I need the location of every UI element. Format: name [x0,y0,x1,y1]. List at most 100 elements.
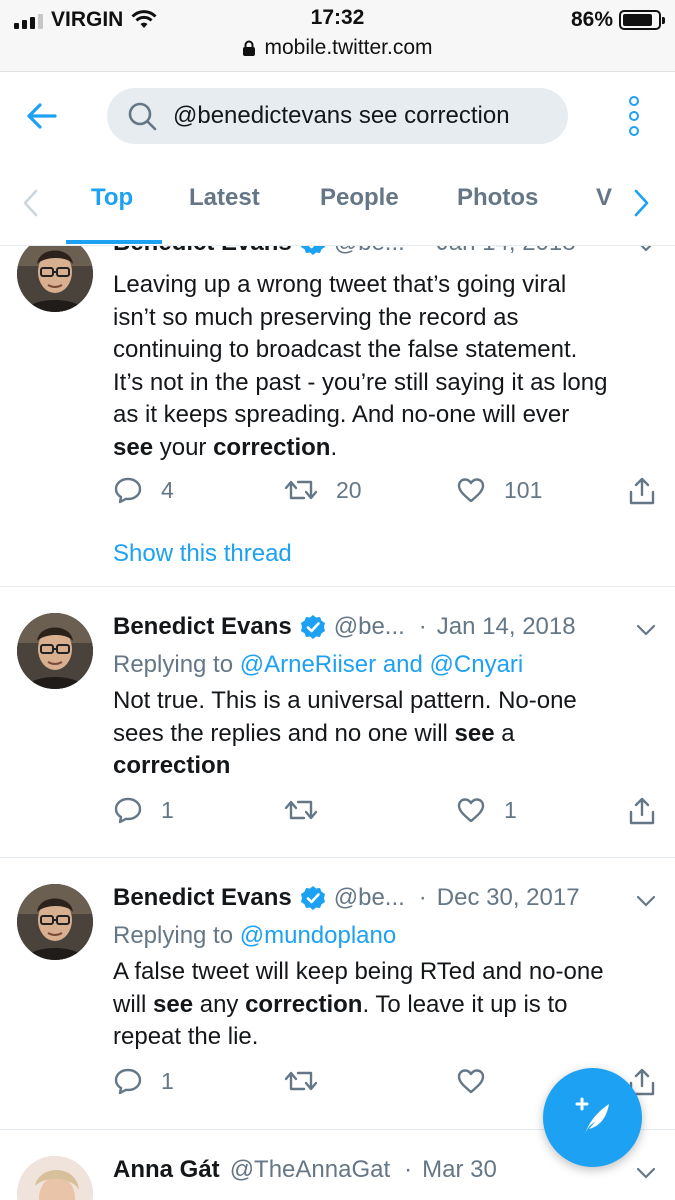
reply-icon [113,476,143,504]
tab-top[interactable]: Top [91,184,133,212]
share-button[interactable] [628,476,656,506]
avatar[interactable] [17,236,93,312]
active-tab-indicator [66,240,162,244]
verified-badge-icon [300,885,326,911]
tweet-text-segment: isn’t so much preserving the record as [113,303,519,331]
mention-link[interactable]: @Cnyari [430,651,524,678]
reply-button[interactable]: 1 [113,796,174,824]
tweet-text-segment: Not true. This is a universal pattern. N… [113,687,577,714]
tab-photos[interactable]: Photos [457,184,538,212]
reply-count: 1 [161,796,174,823]
highlighted-term: correction [213,433,331,461]
tweet-text-segment: will [113,990,153,1018]
retweet-button[interactable]: 20 [284,476,362,504]
chevron-down-icon[interactable] [636,1166,656,1180]
tab-videos[interactable]: V [596,184,612,212]
tweet-text-segment: a [494,719,515,747]
chevron-down-icon[interactable] [636,623,656,637]
tweet-text-segment: sees the replies and no one will [113,719,455,747]
tweet-text-segment: your [153,433,214,461]
mention-conjunction: and [382,651,430,678]
tweet-header: Benedict Evans @be... · Dec 30, 2017 [113,884,580,912]
highlighted-term: correction [113,752,231,779]
like-button[interactable]: 101 [456,476,542,504]
status-right: 86% [571,6,665,34]
address-bar[interactable]: mobile.twitter.com [0,36,675,60]
separator-dot: · [404,1156,413,1183]
tweet-header: Anna Gát @TheAnnaGat · Mar 30 [113,1156,497,1184]
tweet-author-name[interactable]: Benedict Evans [113,613,292,641]
tweet-text-segment: . [330,433,338,461]
battery-icon [619,10,665,30]
back-button[interactable] [22,98,62,134]
tweet-text-segment: any [193,990,246,1018]
mention-link[interactable]: @ArneRiiser [240,651,383,678]
search-input[interactable]: @benedictevans see correction [107,88,568,144]
tweet-date[interactable]: Mar 30 [422,1156,497,1184]
retweet-button[interactable] [284,1067,318,1095]
dot-icon [629,96,639,106]
search-query: @benedictevans see correction [173,102,510,129]
retweet-icon [284,796,318,824]
compose-tweet-button[interactable] [543,1068,642,1167]
tweet-text-segment: as it keeps spreading. And no-one will e… [113,401,570,428]
share-icon [628,476,656,506]
replying-to-label: Replying to [113,922,240,949]
chevron-right-icon[interactable] [632,188,652,218]
tweet-text: A false tweet will keep being RTed and n… [113,956,663,1054]
chevron-down-icon[interactable] [636,894,656,908]
tweet-author-name[interactable]: Anna Gát [113,1156,220,1184]
tweet-text-segment: . To leave it up is to [362,990,568,1018]
avatar[interactable] [17,884,93,960]
verified-badge-icon [300,614,326,640]
show-thread-link[interactable]: Show this thread [113,540,292,568]
retweet-count: 20 [336,476,362,503]
chevron-left-icon[interactable] [20,188,40,218]
compose-feather-icon [575,1097,609,1134]
url-text: mobile.twitter.com [264,36,433,59]
tweet-actions: 4 20 101 [0,476,675,516]
like-button[interactable]: 1 [456,796,517,824]
dot-icon [629,111,639,121]
replying-to: Replying to @mundoplano [113,922,396,950]
avatar-photo [17,1156,93,1200]
replying-to-label: Replying to [113,651,240,678]
search-header: @benedictevans see correction Top Latest… [0,72,675,246]
tweet-author-name[interactable]: Benedict Evans [113,884,292,912]
reply-icon [113,796,143,824]
heart-icon [456,796,486,824]
tab-latest[interactable]: Latest [189,184,260,212]
avatar-photo [17,613,93,689]
tweet-handle[interactable]: @TheAnnaGat [230,1156,390,1184]
reply-button[interactable]: 4 [113,476,174,504]
tweet-handle[interactable]: @be... [334,613,405,641]
search-tabs: Top Latest People Photos V [0,170,675,246]
tweet-text: Leaving up a wrong tweet that’s going vi… [113,269,663,464]
tweet[interactable]: Benedict Evans @be... · Jan 14, 2018 Rep… [0,587,675,858]
mention-link[interactable]: @mundoplano [240,922,396,949]
tweet[interactable]: Benedict Evans @be... · Jan 14, 2018 Lea… [0,229,675,587]
tweet-date[interactable]: Dec 30, 2017 [437,884,580,912]
tweet-handle[interactable]: @be... [334,884,405,912]
like-count: 1 [504,796,517,823]
retweet-button[interactable] [284,796,318,824]
avatar[interactable] [17,1156,93,1200]
reply-count: 4 [161,476,174,503]
arrow-left-icon [27,103,57,129]
more-options-button[interactable] [622,96,646,136]
share-button[interactable] [628,796,656,826]
like-button[interactable] [456,1067,486,1095]
tweet-date[interactable]: Jan 14, 2018 [437,613,576,641]
heart-icon [456,1067,486,1095]
highlighted-term: correction [245,990,363,1018]
reply-icon [113,1067,143,1095]
separator-dot: · [418,884,427,911]
reply-button[interactable]: 1 [113,1067,174,1095]
tab-people[interactable]: People [320,184,399,212]
replying-to: Replying to @ArneRiiser and @Cnyari [113,651,523,679]
tweet-text: Not true. This is a universal pattern. N… [113,685,663,783]
tweet-text-segment: It’s not in the past - you’re still sayi… [113,368,608,396]
avatar[interactable] [17,613,93,689]
highlighted-term: see [113,433,154,461]
highlighted-term: see [153,990,194,1018]
